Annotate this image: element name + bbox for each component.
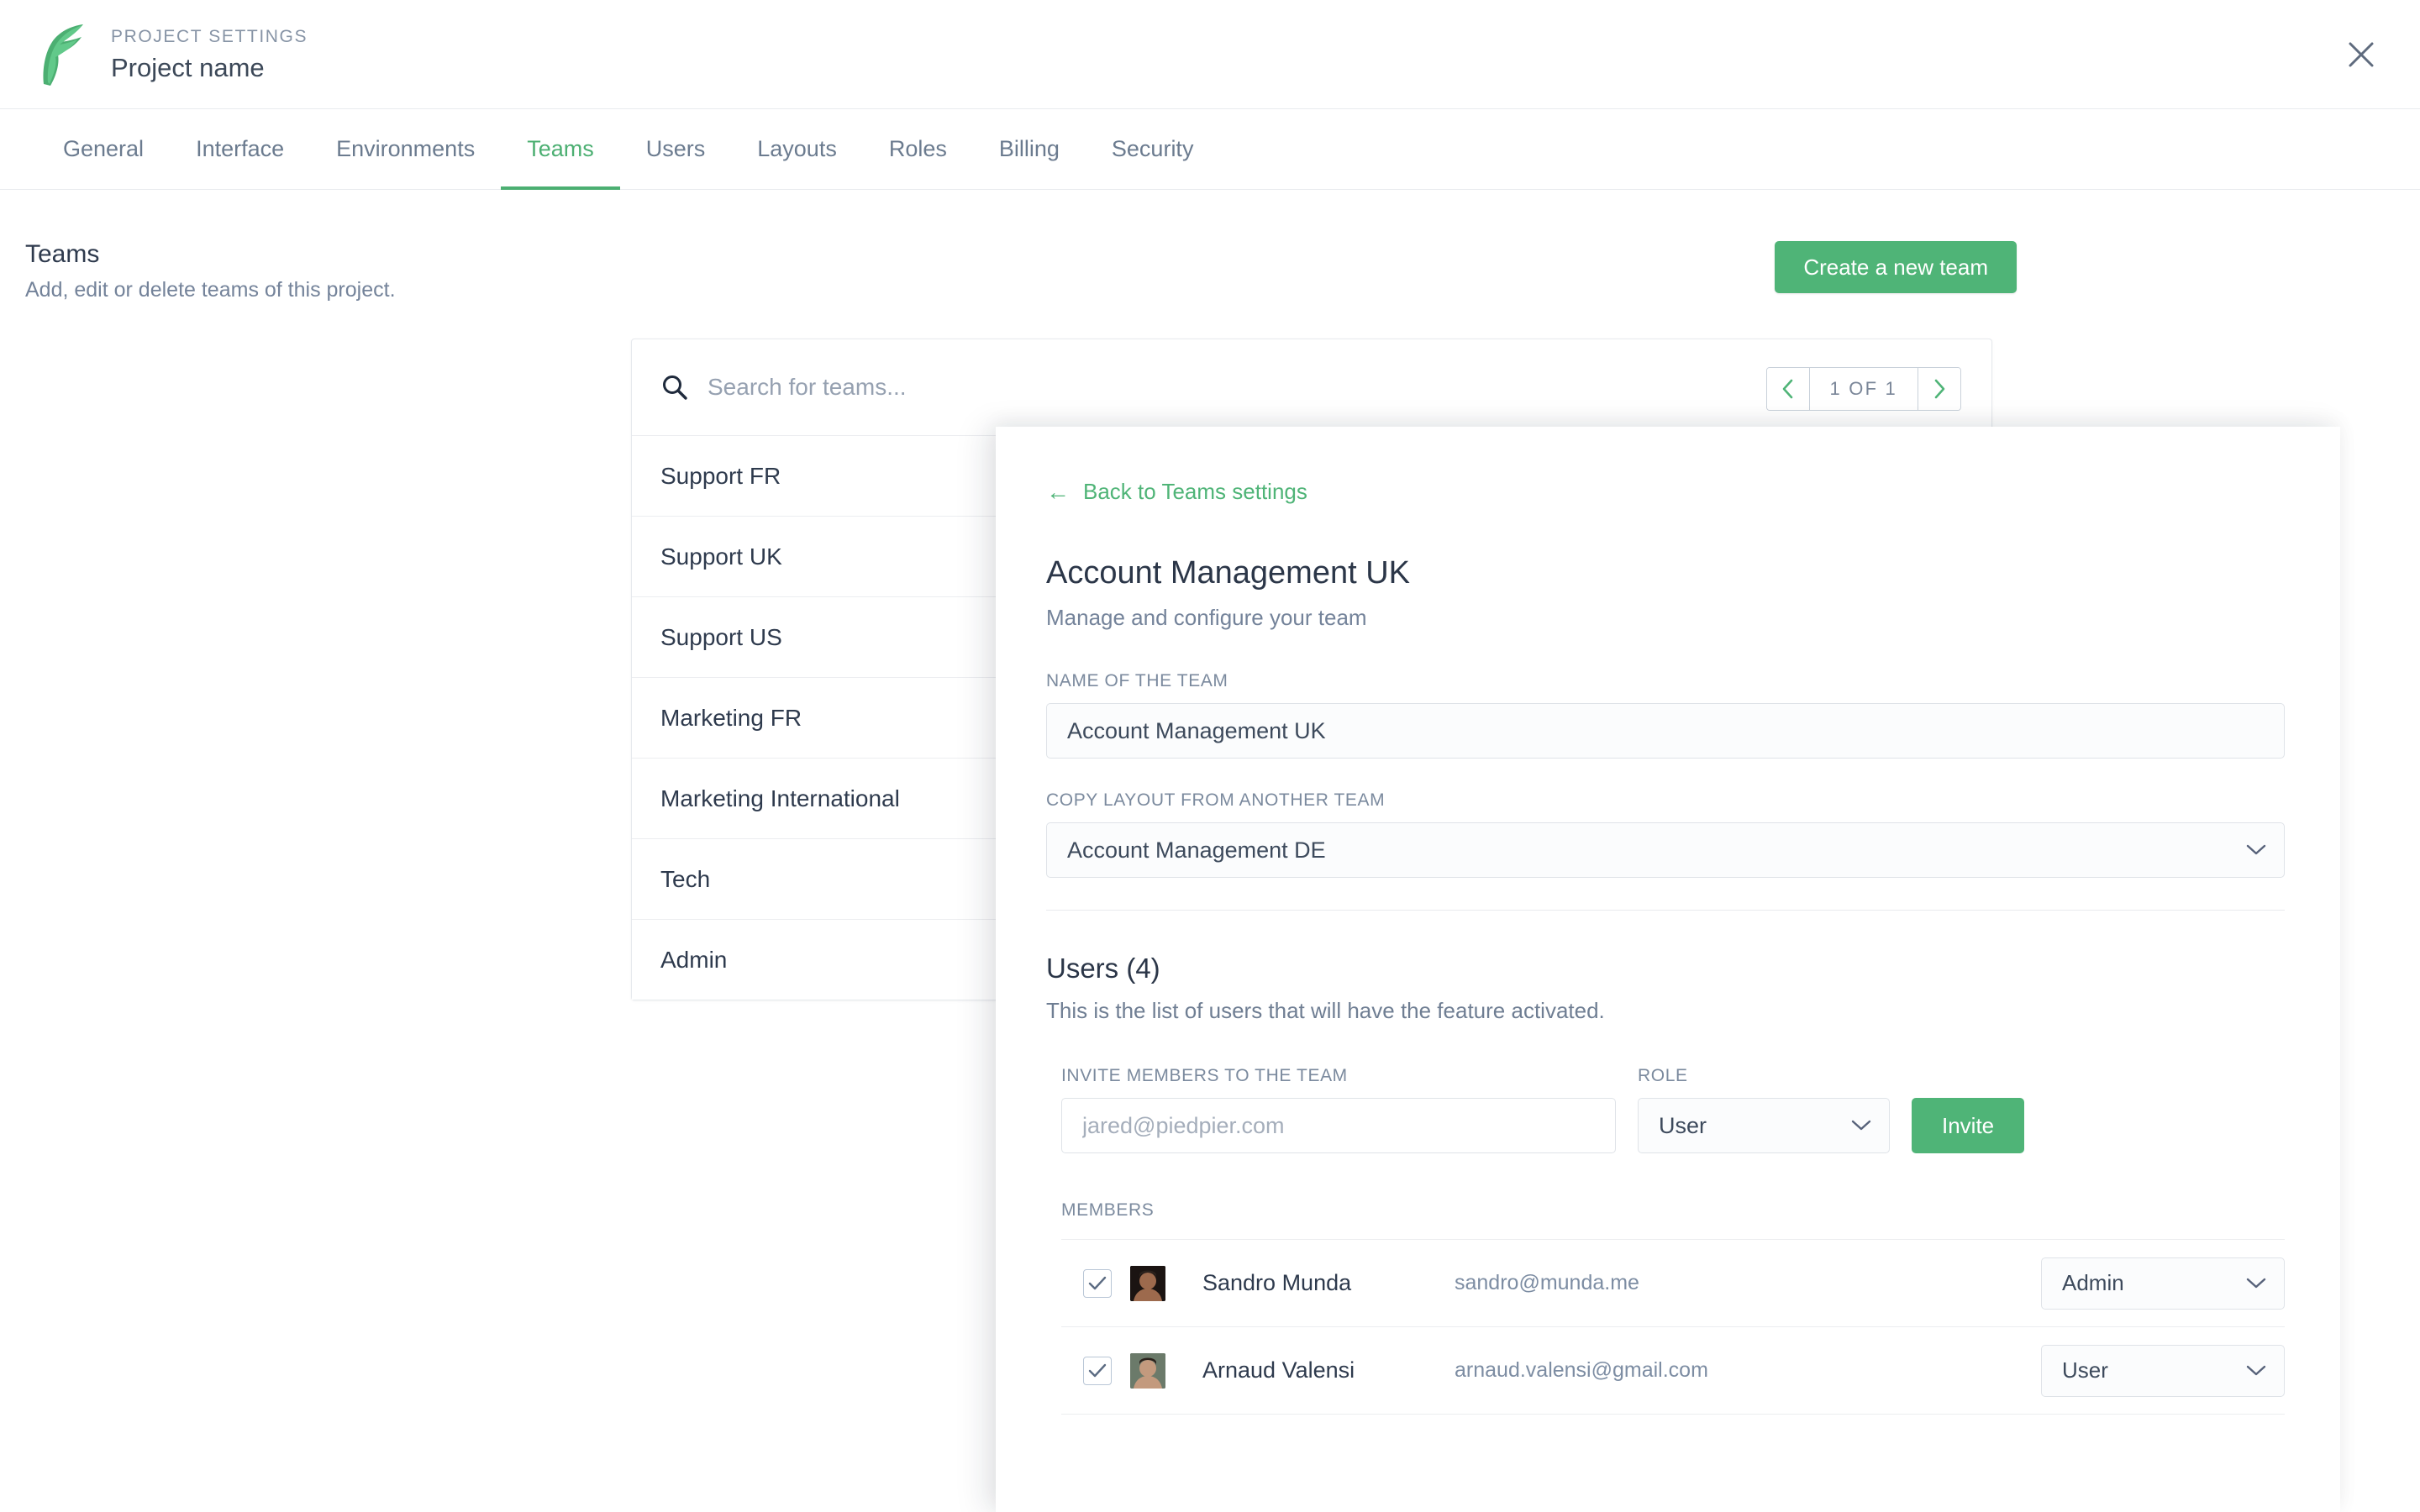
pagination-label: 1 OF 1 <box>1808 368 1918 410</box>
tab-billing[interactable]: Billing <box>973 109 1086 189</box>
pagination-prev-button[interactable] <box>1766 368 1809 410</box>
invite-role-group: ROLE User <box>1638 1066 1890 1153</box>
back-to-teams-link[interactable]: ← Back to Teams settings <box>1046 479 1307 505</box>
tab-label: Environments <box>336 136 476 161</box>
pagination: 1 OF 1 <box>1765 367 1961 411</box>
section-divider <box>1046 910 2285 911</box>
members-label: MEMBERS <box>1061 1200 1155 1220</box>
tab-security[interactable]: Security <box>1086 109 1220 189</box>
chevron-left-icon <box>1782 379 1792 399</box>
brand: PROJECT SETTINGS Project name <box>37 22 308 87</box>
arrow-left-icon: ← <box>1046 478 1070 505</box>
page-subtitle: Add, edit or delete teams of this projec… <box>25 278 396 302</box>
member-checkbox[interactable] <box>1083 1268 1112 1298</box>
users-section-subtitle: This is the list of users that will have… <box>1046 998 1605 1023</box>
copy-layout-label: COPY LAYOUT FROM ANOTHER TEAM <box>1046 790 1386 810</box>
tab-users[interactable]: Users <box>620 109 732 189</box>
tab-label: General <box>63 136 145 161</box>
tab-environments[interactable]: Environments <box>310 109 501 189</box>
team-name-label: NAME OF THE TEAM <box>1046 671 1228 690</box>
window-kicker: PROJECT SETTINGS <box>111 27 308 47</box>
tab-general[interactable]: General <box>37 109 170 189</box>
pagination-next-button[interactable] <box>1918 368 1960 410</box>
page-title: Teams <box>25 240 100 268</box>
tab-label: Teams <box>527 136 594 161</box>
window-title: Project name <box>111 52 265 82</box>
tab-label: Roles <box>888 136 947 161</box>
invite-email-input[interactable] <box>1061 1098 1616 1153</box>
member-role-value: Admin <box>2062 1270 2124 1295</box>
create-new-team-button[interactable]: Create a new team <box>1775 241 2017 293</box>
close-icon <box>2349 42 2374 67</box>
users-section-title: Users (4) <box>1046 953 1160 984</box>
team-detail-panel: ← Back to Teams settings Account Managem… <box>996 427 2340 1512</box>
team-list-item-label: Support US <box>660 623 782 650</box>
member-email: sandro@munda.me <box>1455 1271 1639 1294</box>
avatar <box>1130 1352 1165 1389</box>
invite-role-value: User <box>1659 1112 1707 1138</box>
invite-role-select[interactable]: User <box>1638 1098 1890 1153</box>
team-list-item-label: Marketing FR <box>660 704 802 731</box>
tab-teams[interactable]: Teams <box>501 109 620 190</box>
chevron-right-icon <box>1934 379 1945 399</box>
invite-email-label: INVITE MEMBERS TO THE TEAM <box>1061 1066 1348 1085</box>
team-list-item-label: Support FR <box>660 462 781 489</box>
member-role-value: User <box>2062 1357 2108 1383</box>
search-input[interactable] <box>708 374 1380 401</box>
team-list-item-label: Tech <box>660 865 711 892</box>
invite-role-label: ROLE <box>1638 1066 1688 1085</box>
avatar-photo <box>1130 1352 1165 1389</box>
tab-label: Security <box>1111 136 1194 161</box>
team-detail-title: Account Management UK <box>1046 555 1411 591</box>
team-detail-subtitle: Manage and configure your team <box>1046 605 1367 630</box>
project-settings-window: PROJECT SETTINGS Project name General Int… <box>0 0 2420 1512</box>
copy-layout-value: Account Management DE <box>1067 837 1326 863</box>
teams-search-row: 1 OF 1 <box>632 339 1991 435</box>
team-list-item-label: Marketing International <box>660 785 900 811</box>
tab-interface[interactable]: Interface <box>170 109 310 189</box>
member-checkbox[interactable] <box>1083 1356 1112 1385</box>
check-icon <box>1088 1276 1107 1289</box>
tab-layouts[interactable]: Layouts <box>731 109 863 189</box>
avatar-photo <box>1130 1265 1165 1301</box>
invite-email-group: INVITE MEMBERS TO THE TEAM <box>1061 1066 1616 1153</box>
team-name-field-group: NAME OF THE TEAM <box>1046 671 2285 759</box>
members-list: Sandro Munda sandro@munda.me Admin Arnaud V… <box>1061 1239 2285 1415</box>
copy-layout-select[interactable]: Account Management DE <box>1046 822 2285 878</box>
member-role-select[interactable]: Admin <box>2041 1257 2285 1310</box>
invite-button[interactable]: Invite <box>1912 1098 2025 1153</box>
search-icon <box>663 375 687 400</box>
member-role-select[interactable]: User <box>2041 1344 2285 1397</box>
tab-label: Interface <box>196 136 285 161</box>
settings-tabbar: General Interface Environments Teams Users La… <box>0 109 2420 190</box>
back-link-label: Back to Teams settings <box>1083 479 1307 504</box>
app-logo-icon <box>43 24 83 86</box>
page-heading: Teams Add, edit or delete teams of this … <box>25 239 396 302</box>
invite-row: INVITE MEMBERS TO THE TEAM ROLE User Inv… <box>1046 1066 2265 1153</box>
member-row: Arnaud Valensi arnaud.valensi@gmail.com Us… <box>1061 1327 2285 1415</box>
member-name: Sandro Munda <box>1202 1270 1352 1295</box>
member-row: Sandro Munda sandro@munda.me Admin <box>1061 1240 2285 1327</box>
window-header: PROJECT SETTINGS Project name <box>0 0 2420 109</box>
team-list-item-label: Admin <box>660 946 728 973</box>
close-button[interactable] <box>2339 33 2383 76</box>
member-email: arnaud.valensi@gmail.com <box>1455 1358 1708 1382</box>
copy-layout-field-group: COPY LAYOUT FROM ANOTHER TEAM Account Ma… <box>1046 790 2285 878</box>
check-icon <box>1088 1363 1107 1377</box>
tab-label: Billing <box>998 136 1060 161</box>
member-role-group: Admin <box>2041 1257 2285 1310</box>
team-list-item-label: Support UK <box>660 543 782 570</box>
avatar <box>1130 1265 1165 1301</box>
member-name: Arnaud Valensi <box>1202 1357 1355 1383</box>
member-role-group: User <box>2041 1344 2285 1397</box>
team-name-input[interactable] <box>1046 703 2285 759</box>
tab-label: Layouts <box>757 136 837 161</box>
tab-label: Users <box>645 136 706 161</box>
tab-roles[interactable]: Roles <box>863 109 973 189</box>
